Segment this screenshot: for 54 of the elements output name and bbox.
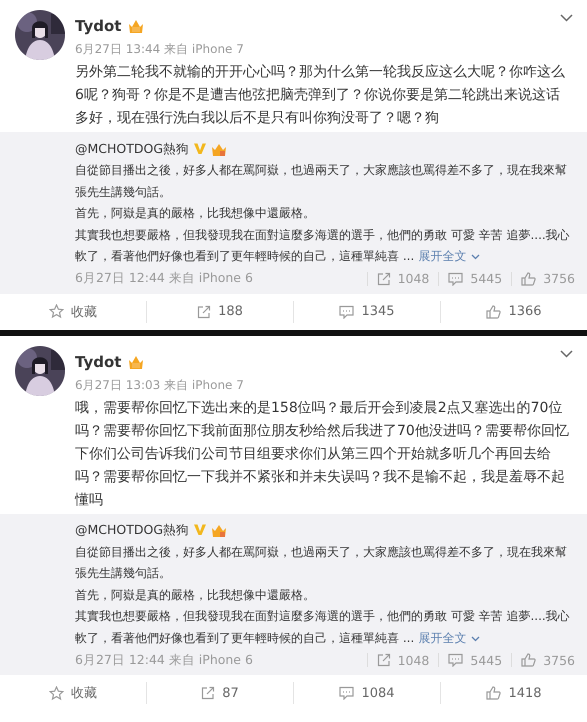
comment-button[interactable]: 1345: [293, 300, 440, 322]
thumbs-up-icon: [486, 686, 502, 700]
stat-count: 3756: [543, 654, 575, 666]
repost-paragraph: 其實我也想要嚴格，但我發現我在面對這麼多海選的選手，他們的勇敢 可愛 辛苦 追夢....我心軟了，看著他們好像也看到了更年輕時候的自己，這種單純喜 ... 展开全文: [75, 608, 571, 646]
comment-icon: [448, 653, 464, 667]
crown-icon: [127, 18, 146, 34]
chevron-down-icon[interactable]: [471, 254, 480, 260]
comment-icon: [448, 272, 464, 286]
stat-count: 5445: [470, 272, 502, 285]
star-icon: [49, 304, 64, 319]
author-name[interactable]: Tydot: [75, 17, 122, 35]
repost-author[interactable]: @MCHOTDOG熱狗: [75, 522, 190, 539]
like-button[interactable]: 1418: [440, 682, 587, 704]
expand-link[interactable]: 展开全文: [418, 249, 466, 263]
repost-button[interactable]: 87: [146, 682, 293, 704]
chevron-down-icon[interactable]: [560, 350, 573, 358]
comment-button[interactable]: 1084: [293, 682, 440, 704]
post-time: 6月27日 13:44 来自 iPhone 7: [75, 41, 245, 58]
repost-paragraph: 自從節目播出之後，好多人都在罵阿嶽，也過兩天了，大家應該也罵得差不多了，現在我來幫張先生講幾句話。: [75, 544, 568, 582]
post-text: 哦，需要帮你回忆下选出来的是158位吗？最后开会到凌晨2点又塞选出的70位吗？需要帮你回忆下我前面那位朋友秒给然后我进了70他没进吗？需要帮你回忆下你们公司告诉我们公司节目组要求你们从第三四个开始就多听几个再回去给吗？需要帮你回忆一下我并不紧张和并未失误吗？我不是输不起，我是羞辱不起懂吗: [75, 398, 570, 510]
like-button[interactable]: 1366: [440, 300, 587, 322]
favorite-button[interactable]: 收藏: [0, 300, 146, 322]
comment-icon: [339, 686, 354, 700]
crown-icon: [127, 354, 146, 370]
repost-author[interactable]: @MCHOTDOG熱狗: [75, 140, 190, 158]
comment-icon: [339, 304, 354, 318]
share-icon: [376, 272, 391, 286]
crown-icon: [211, 523, 228, 538]
post-time: 6月27日 13:03 来自 iPhone 7: [75, 376, 245, 394]
stat-count: 5445: [470, 654, 502, 666]
crown-icon: [211, 142, 228, 156]
stat-count: 1048: [398, 654, 430, 666]
repost-time: 6月27日 12:44 来自 iPhone 6: [75, 270, 254, 287]
chevron-down-icon[interactable]: [560, 14, 573, 22]
repost-paragraph: 自從節目播出之後，好多人都在罵阿嶽，也過兩天了，大家應該也罵得差不多了，現在我來幫張先生講幾句話。: [75, 162, 568, 200]
thumbs-up-icon: [521, 272, 536, 286]
repost-button[interactable]: 188: [146, 300, 293, 322]
thumbs-up-icon: [521, 653, 536, 667]
repost-paragraph: 首先，阿嶽是真的嚴格，比我想像中還嚴格。: [75, 586, 316, 604]
author-name[interactable]: Tydot: [75, 352, 122, 370]
repost-paragraph: 其實我也想要嚴格，但我發現我在面對這麼多海選的選手，他們的勇敢 可愛 辛苦 追夢....我心軟了，看著他們好像也看到了更年輕時候的自己，這種單純喜 ... 展开全文: [75, 226, 571, 265]
share-icon: [376, 653, 391, 667]
repost-time: 6月27日 12:44 来自 iPhone 6: [75, 652, 254, 668]
share-icon: [197, 304, 212, 318]
thumbs-up-icon: [486, 304, 502, 318]
repost-paragraph: 首先，阿嶽是真的嚴格，比我想像中還嚴格。: [75, 205, 316, 222]
share-icon: [201, 686, 216, 700]
post-text: 另外第二轮我不就输的开开心心吗？那为什么第一轮我反应这么大呢？你咋这么6呢？狗哥？你是不是遭吉他弦把脑壳弹到了？你说你要是第二轮跳出来说这话多好，现在强行洗白我以后不是只有叫你狗没哥了？嗯？狗: [75, 63, 566, 128]
chevron-down-icon[interactable]: [471, 636, 480, 642]
expand-link[interactable]: 展开全文: [418, 630, 466, 644]
star-icon: [49, 686, 64, 700]
stat-count: 1048: [398, 272, 430, 285]
favorite-button[interactable]: 收藏: [0, 682, 146, 704]
stat-count: 3756: [543, 272, 575, 285]
